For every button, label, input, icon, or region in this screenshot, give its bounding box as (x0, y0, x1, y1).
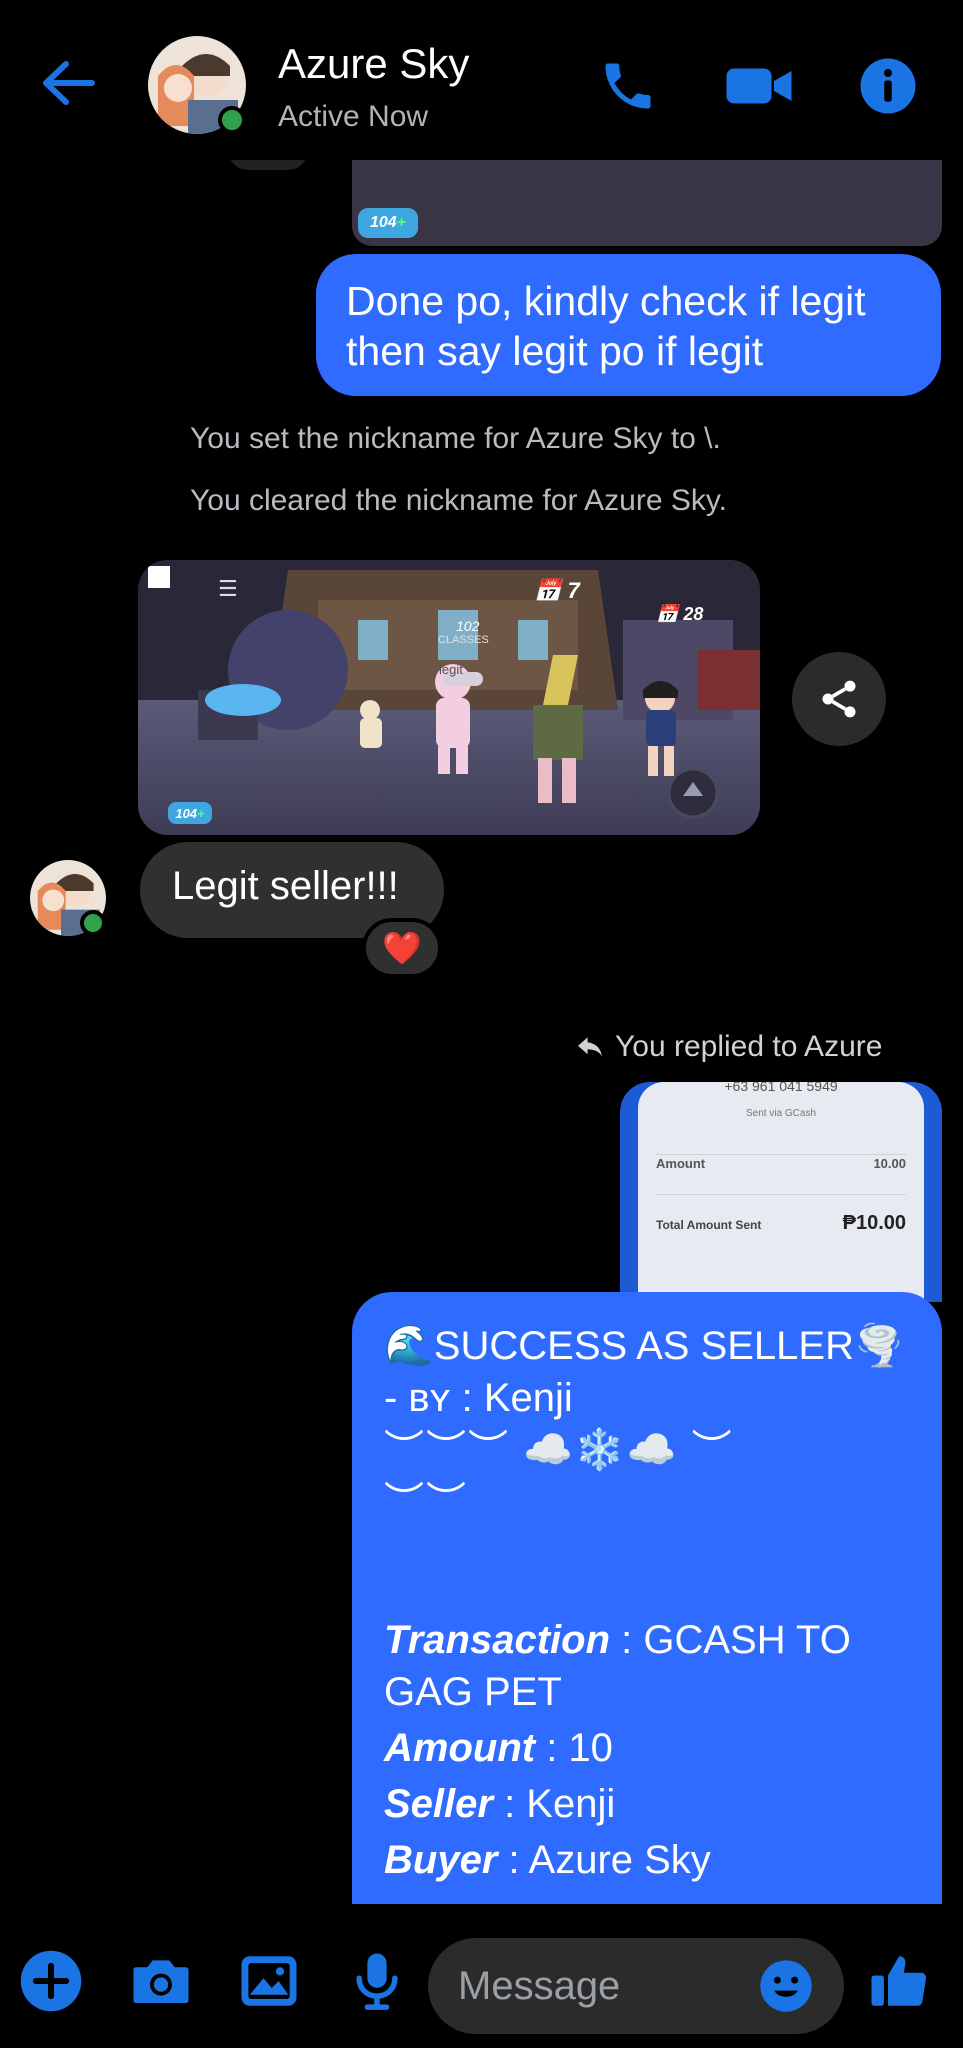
video-call-button[interactable] (724, 52, 804, 122)
arrow-left-icon (43, 61, 95, 105)
heart-icon: ❤️ (382, 930, 422, 966)
gcash-receipt: +63 961 041 5949 Sent via GCash Amount 1… (638, 1082, 924, 1302)
calendar-counter-2: 📅 28 (656, 604, 704, 624)
level-badge: 104 + (168, 802, 212, 824)
plus-circle-icon (20, 1950, 82, 2012)
decoration-line: ︶︶︶ ☁️❄️☁️ ︶ (384, 1428, 734, 1472)
decoration-line-2: ︶︶ (384, 1480, 468, 1524)
receipt-phone: +63 961 041 5949 (724, 1082, 838, 1094)
info-button[interactable] (858, 52, 928, 122)
receipt-total-value: ₱10.00 (842, 1212, 906, 1234)
add-attachment-button[interactable] (18, 1948, 86, 2016)
video-camera-icon (726, 68, 792, 104)
like-button[interactable] (866, 1948, 934, 2016)
message-text: Legit seller!!! (172, 864, 399, 908)
overlay-legit-label: legit (439, 662, 463, 677)
chat-header: Azure Sky Active Now (0, 0, 963, 160)
camera-button[interactable] (128, 1948, 196, 2016)
microphone-icon (356, 1953, 398, 2010)
image-icon (241, 1956, 297, 2006)
menu-icon: ☰ (218, 576, 238, 601)
reply-arrow-icon (578, 1037, 602, 1057)
game-screenshot-attachment[interactable]: ☰ 📅 7 📅 28 102 CLASSES legit 104 + (138, 560, 760, 835)
receipt-sent-via: Sent via GCash (745, 1108, 817, 1119)
amount-line: Amount : 10 (384, 1726, 613, 1770)
system-notice-nickname-cleared: You cleared the nickname for Azure Sky. (190, 484, 727, 517)
game-scene-image (138, 560, 760, 835)
camera-icon (133, 1960, 189, 2003)
overlay-number: 102 (456, 618, 480, 634)
message-list[interactable]: 104 + Done po, kindly check if legit then… (0, 0, 963, 1920)
system-notice-nickname-set: You set the nickname for Azure Sky to \. (190, 422, 721, 455)
contact-avatar[interactable] (148, 36, 258, 146)
receipt-amount-value: 10.00 (873, 1156, 906, 1171)
transaction-line: Transaction : GCASH TO GAG PET (384, 1618, 851, 1714)
phone-icon (605, 63, 651, 109)
reply-indicator: You replied to Azure (575, 1030, 882, 1064)
online-indicator (218, 106, 246, 134)
reaction-badge[interactable]: ❤️ (362, 918, 442, 978)
previous-image-attachment[interactable]: 104 + (352, 160, 942, 246)
receipt-amount-label: Amount (656, 1156, 706, 1171)
message-text: Done po, kindly check if legit then say … (346, 278, 866, 374)
outgoing-message[interactable]: Done po, kindly check if legit then say … (316, 254, 941, 396)
success-seller-message[interactable]: 🌊SUCCESS AS SELLER🌪️ - ʙʏ : Kenji ︶︶︶ ☁️… (352, 1292, 942, 1904)
emoji-icon[interactable] (758, 1958, 814, 2014)
post-title: 🌊SUCCESS AS SELLER🌪️ (384, 1324, 904, 1368)
thumbs-up-icon (871, 1956, 927, 2006)
audio-call-button[interactable] (598, 52, 668, 122)
receipt-total-label: Total Amount Sent (656, 1218, 762, 1232)
online-indicator (80, 910, 106, 936)
contact-status: Active Now (278, 100, 429, 133)
seller-line: Seller : Kenji (384, 1782, 616, 1826)
back-button[interactable] (40, 58, 112, 118)
sender-avatar[interactable] (30, 860, 110, 940)
message-placeholder: Message (458, 1963, 621, 2008)
level-badge: 104 + (358, 208, 418, 238)
buyer-line: Buyer : Azure Sky (384, 1838, 711, 1882)
contact-name[interactable]: Azure Sky (278, 40, 469, 88)
quoted-receipt-image[interactable]: +63 961 041 5949 Sent via GCash Amount 1… (620, 1082, 942, 1302)
message-composer: Message (0, 1920, 963, 2048)
calendar-counter-1: 📅 7 (534, 578, 580, 603)
overlay-classes: CLASSES (438, 634, 489, 646)
voice-message-button[interactable] (344, 1948, 412, 2016)
post-by-line: - ʙʏ : Kenji (384, 1376, 573, 1420)
message-input[interactable]: Message (428, 1938, 844, 2034)
gallery-button[interactable] (236, 1948, 304, 2016)
share-button[interactable] (792, 652, 886, 746)
reply-note-text: You replied to Azure (615, 1030, 883, 1063)
share-icon (822, 680, 856, 718)
info-icon (860, 58, 916, 114)
